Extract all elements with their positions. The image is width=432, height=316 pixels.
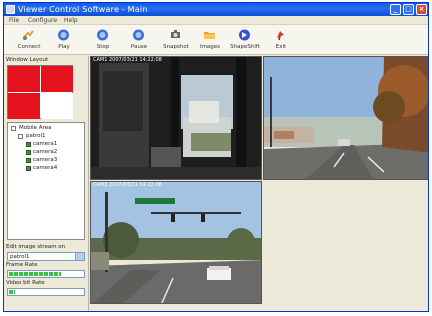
video-frame-3 [91, 182, 261, 303]
shapeshift-label: ShapeShift [230, 44, 260, 50]
main-window: Viewer Control Software - Main _ □ × Fil… [3, 2, 429, 312]
camera-icon [26, 166, 31, 171]
exit-icon [277, 31, 284, 41]
video-caption-3: CAM3 2007/03/21 14:22:08 [93, 182, 162, 188]
images-label: Images [199, 44, 221, 50]
stop-button[interactable]: Stop [86, 27, 120, 53]
video-feed-2[interactable] [263, 56, 428, 180]
title-bar[interactable]: Viewer Control Software - Main _ □ × [4, 3, 428, 16]
window-title: Viewer Control Software - Main [18, 5, 148, 14]
connect-icon [23, 30, 34, 40]
menu-bar: File Configure Help [4, 16, 428, 25]
folder-icon [204, 32, 215, 39]
window-layout-grid [7, 65, 73, 119]
bitrate-bar[interactable] [7, 288, 85, 296]
video-area: CAM1 2007/03/21 14:22:08 CAM3 2007/03/21… [90, 56, 428, 311]
menu-file[interactable]: File [9, 16, 19, 25]
bitrate-label: Video bit Rate [6, 280, 45, 286]
play-button[interactable]: Play [47, 27, 81, 53]
layout-cell-1[interactable] [8, 66, 40, 92]
bitrate-fill [9, 290, 15, 294]
tree-camera-2[interactable]: camera2 [33, 149, 57, 156]
snapshot-label: Snapshot [163, 44, 189, 50]
stream-select-label: Edit image stream on [6, 244, 66, 250]
frame-rate-bar[interactable] [7, 270, 85, 278]
tree-camera-1[interactable]: camera1 [33, 141, 57, 148]
video-frame-2 [264, 57, 428, 179]
minimize-button[interactable]: _ [390, 4, 401, 15]
connect-label: Connect [17, 44, 41, 50]
menu-configure[interactable]: Configure [28, 16, 57, 25]
camera-icon [26, 150, 31, 155]
tree-expander-group[interactable] [18, 134, 23, 139]
camera-icon [26, 158, 31, 163]
play-label: Play [58, 44, 70, 50]
pause-button[interactable]: Pause [122, 27, 156, 53]
pause-label: Pause [130, 44, 148, 50]
tree-camera-3[interactable]: camera3 [33, 157, 57, 164]
snapshot-button[interactable]: Snapshot [159, 27, 193, 53]
close-button[interactable]: × [416, 4, 427, 15]
camera-tree: Mobile Area patrol1 camera1 camera2 came… [7, 122, 85, 240]
camera-icon [26, 142, 31, 147]
stream-select[interactable]: patrol1 [7, 252, 85, 261]
layout-cell-4[interactable] [41, 93, 73, 119]
left-panel: Window Layout Mobile Area patrol1 camera… [4, 56, 89, 311]
menu-help[interactable]: Help [64, 16, 78, 25]
shapeshift-button[interactable]: ShapeShift [228, 27, 262, 53]
toolbar: Connect Play Stop Pause Snapshot Images … [4, 25, 428, 55]
video-feed-1[interactable]: CAM1 2007/03/21 14:22:08 [90, 56, 262, 180]
tree-expander-root[interactable] [11, 126, 16, 131]
snapshot-icon [171, 30, 180, 38]
frame-rate-label: Frame Rate [6, 262, 38, 268]
connect-button[interactable]: Connect [12, 27, 46, 53]
shapeshift-icon [239, 29, 250, 41]
chevron-down-icon[interactable] [75, 253, 84, 260]
tree-group[interactable]: patrol1 [26, 133, 46, 140]
layout-cell-3[interactable] [8, 93, 40, 119]
video-caption-1: CAM1 2007/03/21 14:22:08 [93, 57, 162, 63]
maximize-button[interactable]: □ [403, 4, 414, 15]
stop-icon [97, 29, 108, 41]
video-feed-3[interactable]: CAM3 2007/03/21 14:22:08 [90, 181, 262, 304]
stream-select-value: patrol1 [10, 254, 30, 260]
window-layout-label: Window Layout [6, 57, 49, 63]
stop-label: Stop [96, 44, 110, 50]
pause-icon [133, 29, 144, 41]
video-frame-1 [91, 57, 261, 179]
play-icon [58, 29, 69, 41]
layout-cell-2[interactable] [41, 66, 73, 92]
app-icon [6, 5, 15, 14]
tree-root[interactable]: Mobile Area [19, 125, 51, 132]
frame-rate-fill [9, 272, 61, 276]
tree-camera-4[interactable]: camera4 [33, 165, 57, 172]
images-button[interactable]: Images [193, 27, 227, 53]
exit-button[interactable]: Exit [264, 27, 298, 53]
empty-video-slot [263, 181, 428, 304]
exit-label: Exit [275, 44, 287, 50]
